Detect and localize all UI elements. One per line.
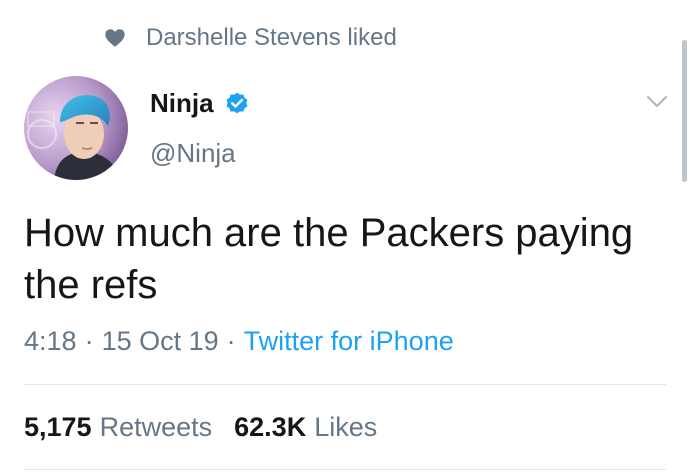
likes-count: 62.3K (234, 412, 307, 442)
tweet-date: 15 Oct 19 (101, 326, 219, 356)
chevron-down-icon[interactable] (646, 94, 668, 110)
avatar[interactable] (24, 76, 128, 180)
meta-separator: · (226, 326, 236, 356)
social-context-text: Darshelle Stevens liked (146, 24, 397, 51)
tweet-time: 4:18 (24, 326, 77, 356)
divider (24, 469, 666, 470)
tweet-meta: 4:18 · 15 Oct 19 · Twitter for iPhone (24, 326, 454, 357)
meta-separator: · (84, 326, 94, 356)
heart-icon (105, 29, 125, 47)
author-name[interactable]: Ninja (150, 88, 214, 119)
retweets-label: Retweets (99, 412, 213, 442)
tweet-stats: 5,175 Retweets 62.3K Likes (24, 412, 399, 443)
verified-badge-icon (226, 92, 247, 113)
retweets-count: 5,175 (24, 412, 92, 442)
scrollbar[interactable] (682, 40, 687, 182)
retweets-stat[interactable]: 5,175 Retweets (24, 412, 212, 442)
tweet-source-link[interactable]: Twitter for iPhone (244, 326, 454, 356)
divider (24, 384, 666, 385)
tweet-detail: Darshelle Stevens liked Ninja @Ninja How… (0, 0, 690, 474)
likes-stat[interactable]: 62.3K Likes (234, 412, 377, 442)
author-handle[interactable]: @Ninja (150, 138, 236, 169)
likes-label: Likes (314, 412, 378, 442)
author-name-row[interactable]: Ninja (150, 88, 250, 119)
avatar-image (24, 76, 128, 180)
social-context[interactable]: Darshelle Stevens liked (104, 24, 397, 52)
tweet-text: How much are the Packers paying the refs (24, 211, 634, 307)
